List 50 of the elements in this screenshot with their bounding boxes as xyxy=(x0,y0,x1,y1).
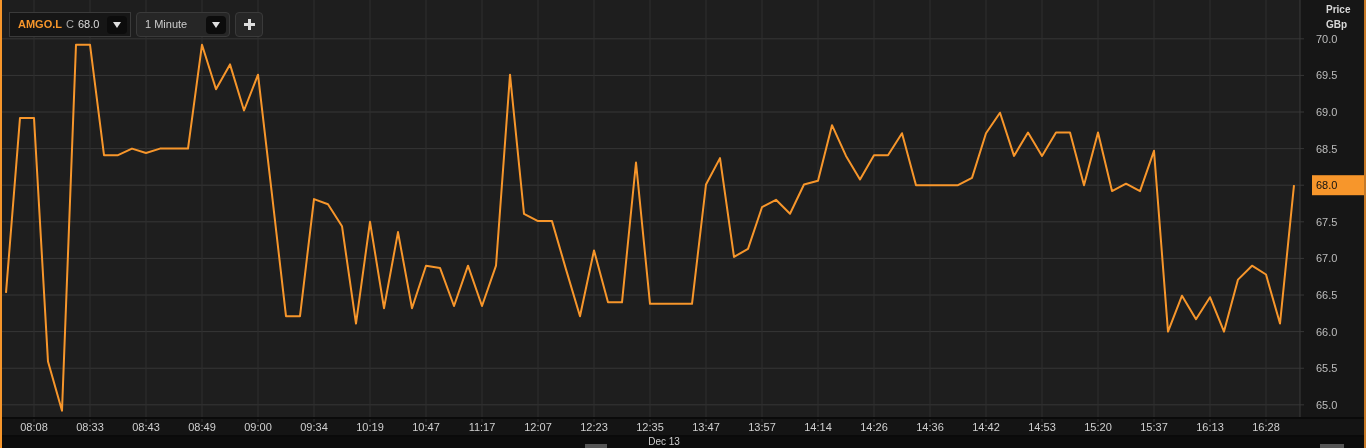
x-axis-label: 14:26 xyxy=(860,421,888,433)
x-axis-label: 10:19 xyxy=(356,421,384,433)
ticker-symbol: AMGO.L xyxy=(18,17,62,33)
scrollbar-thumb[interactable] xyxy=(1320,444,1344,448)
x-axis-label: 14:14 xyxy=(804,421,832,433)
x-axis-label: 10:47 xyxy=(412,421,440,433)
y-axis-label: 68.5 xyxy=(1316,142,1338,155)
x-axis-label: 09:34 xyxy=(300,421,328,433)
y-axis-label: 66.0 xyxy=(1316,325,1338,338)
x-axis-label: 08:08 xyxy=(20,421,48,433)
x-axis-label: 14:42 xyxy=(972,421,1000,433)
x-axis-label: 12:07 xyxy=(524,421,552,433)
y-tick-label: 68.0 xyxy=(1316,179,1338,192)
close-label: C xyxy=(66,17,74,33)
x-axis-label: 15:20 xyxy=(1084,421,1112,433)
y-axis-label: 69.5 xyxy=(1316,69,1338,82)
y-axis-label: 67.5 xyxy=(1316,215,1338,228)
dropdown-caret-icon[interactable] xyxy=(107,15,127,34)
close-value: 68.0 xyxy=(77,17,100,33)
x-axis-label: 09:00 xyxy=(244,421,272,433)
dropdown-caret-icon[interactable] xyxy=(206,15,226,34)
axis-title: Price xyxy=(1326,4,1351,15)
axis-unit: GBp xyxy=(1326,19,1348,30)
y-axis-label: 70.0 xyxy=(1316,32,1338,45)
x-axis-label: 14:53 xyxy=(1028,421,1056,433)
x-axis-label: 11:17 xyxy=(468,421,496,433)
x-axis-label: 14:36 xyxy=(916,421,944,433)
plus-icon xyxy=(243,19,255,30)
x-axis-label: 08:43 xyxy=(132,421,160,433)
symbol-dropdown[interactable]: AMGO.L C 68.0 xyxy=(9,12,131,37)
date-label: Dec 13 xyxy=(648,436,680,447)
x-axis-label: 12:23 xyxy=(580,421,608,433)
add-button[interactable] xyxy=(235,12,263,37)
x-axis-label: 08:49 xyxy=(188,421,216,433)
x-axis-label: 16:13 xyxy=(1196,421,1224,433)
y-axis-label: 69.0 xyxy=(1316,106,1338,118)
x-axis-label: 13:47 xyxy=(692,421,720,433)
scrollbar-thumb[interactable] xyxy=(585,444,607,448)
x-axis-label: 15:37 xyxy=(1140,421,1168,433)
x-axis-label: 16:28 xyxy=(1252,421,1280,433)
x-axis-label: 08:33 xyxy=(76,421,104,433)
interval-dropdown[interactable]: 1 Minute xyxy=(136,12,230,37)
interval-value: 1 Minute xyxy=(145,17,189,33)
y-axis-label: 66.5 xyxy=(1316,289,1338,301)
y-axis-label: 67.0 xyxy=(1316,252,1338,265)
y-axis-label: 65.5 xyxy=(1316,362,1338,375)
x-axis-label: 13:57 xyxy=(748,421,776,433)
x-axis-label: 12:35 xyxy=(636,421,664,433)
last-price-label: 68.0 xyxy=(1312,175,1364,196)
y-axis-label: 65.0 xyxy=(1316,398,1338,411)
